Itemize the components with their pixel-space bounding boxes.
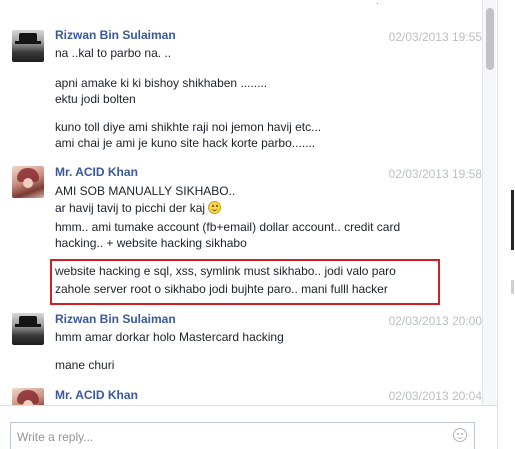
message-line: kuno toll diye ami shikhte raji noi jemo… [55, 120, 322, 134]
message-timestamp: 02/03/2013 20:04 [388, 389, 482, 403]
fedora-man-avatar[interactable] [12, 313, 44, 345]
reply-composer [0, 405, 497, 449]
message-author[interactable]: Mr. ACID Khan [55, 388, 138, 402]
conversation-scrollbar[interactable] [482, 0, 496, 405]
message-line: mane churi [55, 358, 115, 372]
message-line: ektu jodi bolten [55, 92, 136, 106]
anime-girl-avatar[interactable] [12, 388, 44, 405]
right-sidebar-edge [497, 0, 515, 449]
highlight-annotation-box [50, 259, 440, 305]
smiley-icon[interactable] [453, 428, 467, 442]
message-timestamp: 02/03/2013 20:00 [388, 314, 482, 328]
message-line: apni amake ki ki bishoy shikhaben ......… [55, 76, 268, 90]
sidebar-image-fragment [511, 280, 514, 294]
reply-input[interactable] [10, 422, 475, 449]
message-timestamp: 02/03/2013 19:58 [388, 167, 482, 181]
conversation-pane: . Rizwan Bin Sulaiman 02/03/2013 19:55 n… [0, 0, 482, 405]
previous-message-fragment: . [376, 0, 379, 7]
sidebar-image-fragment [511, 190, 514, 250]
scrollbar-thumb[interactable] [486, 8, 494, 70]
message-timestamp: 02/03/2013 19:55 [388, 30, 482, 44]
message-line: na ..kal to parbo na. .. [55, 46, 172, 60]
smiley-emoticon-icon [208, 201, 222, 214]
message-line-with-smiley: ar havij tavij to picchi der kaj [55, 201, 222, 215]
message-line: AMI SOB MANUALLY SIKHABO.. [55, 184, 236, 198]
message-line-text: ar havij tavij to picchi der kaj [55, 201, 206, 215]
message-line: ami chai je ami je kuno site hack korte … [55, 136, 316, 150]
message-line: hacking.. + website hacking sikhabo [55, 236, 247, 250]
message-line: hmm amar dorkar holo Mastercard hacking [55, 330, 284, 344]
message-author[interactable]: Mr. ACID Khan [55, 165, 138, 179]
message-line: hmm.. ami tumake account (fb+email) doll… [55, 220, 401, 234]
message-author[interactable]: Rizwan Bin Sulaiman [55, 312, 176, 326]
fedora-man-avatar[interactable] [12, 30, 44, 62]
message-author[interactable]: Rizwan Bin Sulaiman [55, 28, 176, 42]
anime-girl-avatar[interactable] [12, 166, 44, 198]
